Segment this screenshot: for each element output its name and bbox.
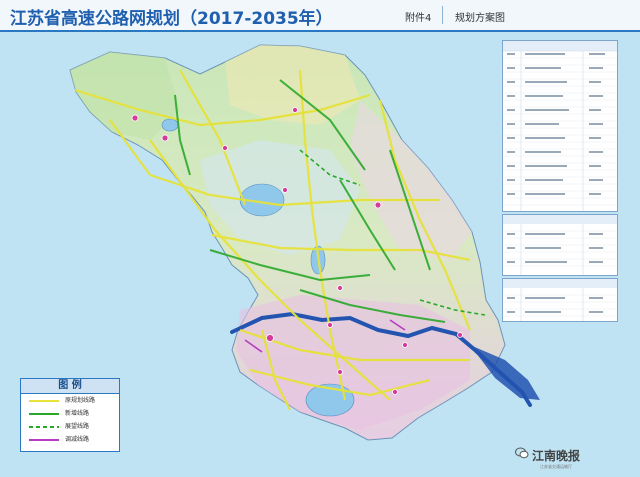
footer-credit: 江苏省交通运输厅 bbox=[540, 464, 572, 469]
watermark-text: 江南晚报 bbox=[532, 449, 581, 463]
legend-swatch-outlook bbox=[29, 426, 59, 428]
legend-item-reduced: 调减线路 bbox=[21, 433, 119, 446]
attachment-name: 规划方案图 bbox=[455, 13, 505, 24]
map-legend: 图 例 原规划线路 新增线路 展望线路 调减线路 bbox=[20, 378, 120, 452]
legend-swatch-reduced bbox=[29, 439, 59, 441]
legend-item-existing: 原规划线路 bbox=[21, 394, 119, 407]
legend-swatch-new bbox=[29, 413, 59, 415]
map-title: 江苏省高速公路网规划（2017-2035年） bbox=[10, 9, 333, 29]
legend-swatch-existing bbox=[29, 400, 59, 402]
wechat-icon bbox=[515, 447, 529, 459]
legend-item-new: 新增线路 bbox=[21, 407, 119, 420]
map-header: 江苏省高速公路网规划（2017-2035年） 附件4 规划方案图 bbox=[0, 0, 640, 32]
legend-label: 展望线路 bbox=[65, 423, 90, 430]
header-separator bbox=[442, 6, 443, 24]
legend-label: 新增线路 bbox=[65, 410, 90, 417]
table-grid bbox=[503, 279, 617, 321]
planning-table-main bbox=[502, 40, 618, 212]
planning-table-reduced bbox=[502, 278, 618, 322]
planning-table-new bbox=[502, 214, 618, 276]
legend-label: 调减线路 bbox=[65, 436, 90, 443]
table-grid bbox=[503, 215, 617, 275]
legend-title: 图 例 bbox=[21, 379, 119, 394]
table-grid bbox=[503, 41, 617, 211]
legend-item-outlook: 展望线路 bbox=[21, 420, 119, 433]
legend-label: 原规划线路 bbox=[65, 397, 96, 404]
lake-luoma bbox=[161, 118, 179, 132]
attachment-label: 附件4 bbox=[405, 13, 432, 24]
